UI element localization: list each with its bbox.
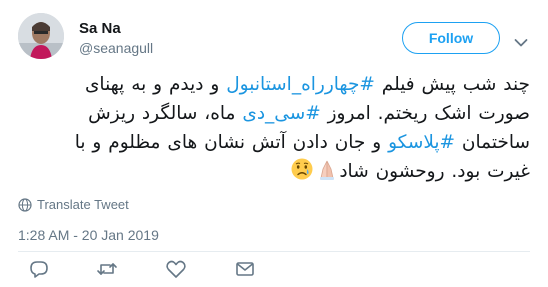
reply-button[interactable] <box>27 257 51 281</box>
tweet-card: Sa Na @seanagull Follow چند شب پیش فیلم … <box>0 0 548 287</box>
chevron-down-icon <box>514 39 528 47</box>
user-handle[interactable]: @seanagull <box>79 40 153 56</box>
tweet-line-1: چند شب پیش فیلم #چهارراه_استانبول و دیدم… <box>18 70 530 99</box>
tweet-line-2: صورت اشک ریختم. امروز #سی_دی ماه، سالگرد… <box>18 99 530 128</box>
avatar-photo <box>18 13 64 59</box>
globe-icon <box>18 197 32 212</box>
divider <box>18 251 530 252</box>
tweet-actions <box>0 257 548 281</box>
avatar[interactable] <box>18 13 64 59</box>
heart-icon <box>166 260 186 278</box>
reply-icon <box>30 261 48 278</box>
tweet-line-4: غیرت بود. روحشون شاد <box>18 157 530 190</box>
timestamp[interactable]: 1:28 AM - 20 Jan 2019 <box>18 227 159 243</box>
folded-hands-icon <box>316 159 338 190</box>
tweet-text-segment: و جان دادن آتش نشان های مظلوم و با <box>74 132 389 153</box>
tweet-text-segment: ساختمان <box>455 132 530 153</box>
tweet-text: چند شب پیش فیلم #چهارراه_استانبول و دیدم… <box>18 70 530 190</box>
like-button[interactable] <box>164 257 188 281</box>
hashtag-link[interactable]: #سی_دی <box>242 103 320 124</box>
tweet-text-segment: صورت اشک ریختم. امروز <box>320 103 530 124</box>
translate-label: Translate Tweet <box>37 197 129 212</box>
retweet-button[interactable] <box>95 257 119 281</box>
follow-button[interactable]: Follow <box>402 22 500 54</box>
tweet-text-segment: غیرت بود. روحشون شاد <box>339 161 530 182</box>
translate-tweet-link[interactable]: Translate Tweet <box>18 197 129 212</box>
hashtag-link[interactable]: #پلاسکو <box>388 132 455 153</box>
envelope-icon <box>236 262 254 276</box>
direct-message-button[interactable] <box>233 257 257 281</box>
hashtag-link[interactable]: #چهارراه_استانبول <box>226 74 375 95</box>
tweet-text-segment: چند شب پیش فیلم <box>374 74 530 95</box>
tweet-line-3: ساختمان #پلاسکو و جان دادن آتش نشان های … <box>18 128 530 157</box>
more-options-button[interactable] <box>514 33 528 47</box>
retweet-icon <box>97 263 117 275</box>
tweet-text-segment: و دیدم و به پهنای <box>84 74 227 95</box>
crying-face-icon <box>290 157 314 190</box>
tweet-text-segment: ماه، سالگرد ریزش <box>88 103 243 124</box>
display-name[interactable]: Sa Na <box>79 20 121 37</box>
